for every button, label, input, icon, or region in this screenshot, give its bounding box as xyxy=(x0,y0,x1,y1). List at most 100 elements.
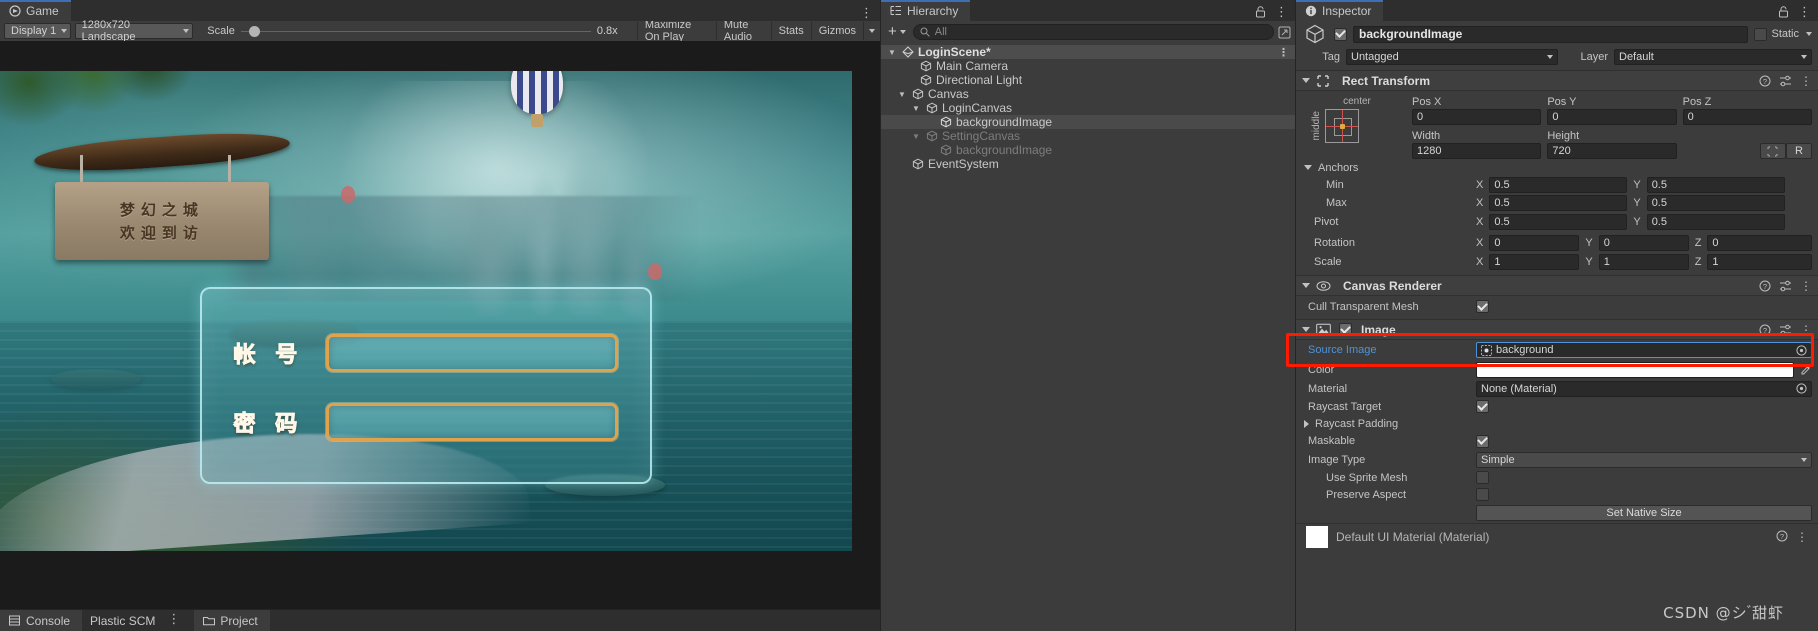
object-picker-icon[interactable] xyxy=(1796,383,1807,394)
rotation-y-field[interactable]: 0 xyxy=(1598,234,1689,251)
chevron-down-icon[interactable]: ▼ xyxy=(897,90,907,99)
image-component-header[interactable]: Image ? ⋮ xyxy=(1296,319,1818,340)
hierarchy-node-backgroundimage-selected[interactable]: ▼ backgroundImage xyxy=(881,115,1295,129)
maskable-checkbox[interactable] xyxy=(1476,434,1489,448)
anchor-preset-gizmo[interactable] xyxy=(1325,109,1359,143)
tab-game[interactable]: Game xyxy=(0,0,71,21)
tag-dropdown[interactable]: Untagged xyxy=(1346,49,1558,65)
tab-inspector[interactable]: Inspector xyxy=(1296,0,1384,21)
static-checkbox[interactable] xyxy=(1754,27,1768,41)
chevron-down-icon[interactable] xyxy=(1302,78,1310,83)
scene-kebab-icon[interactable]: ⋮ xyxy=(1278,46,1289,59)
hierarchy-node-canvas[interactable]: ▼ Canvas xyxy=(881,87,1295,101)
pivot-x-field[interactable]: 0.5 xyxy=(1489,213,1628,230)
create-object-button[interactable]: + xyxy=(885,24,909,39)
maximize-on-play-button[interactable]: Maximize On Play xyxy=(636,19,716,43)
chevron-down-icon[interactable] xyxy=(1302,283,1310,288)
pos-z-field[interactable]: 0 xyxy=(1682,109,1812,125)
use-sprite-mesh-checkbox[interactable] xyxy=(1476,471,1489,484)
rotation-x-field[interactable]: 0 xyxy=(1489,234,1580,251)
lock-icon[interactable] xyxy=(1778,6,1789,18)
scale-slider-knob[interactable] xyxy=(248,25,260,37)
cull-transparent-mesh-checkbox[interactable] xyxy=(1476,300,1489,313)
hierarchy-search-field[interactable]: All xyxy=(912,24,1274,40)
tab-project[interactable]: Project xyxy=(194,610,270,631)
raycast-target-checkbox[interactable] xyxy=(1476,400,1489,413)
lock-icon[interactable] xyxy=(1255,6,1266,18)
image-type-dropdown[interactable]: Simple xyxy=(1476,451,1812,468)
tab-plastic-scm[interactable]: Plastic SCM xyxy=(82,610,168,631)
raw-edit-mode-button[interactable]: R xyxy=(1785,143,1812,159)
raycast-padding-row[interactable]: Raycast Padding xyxy=(1296,415,1818,432)
material-footer-kebab-icon[interactable]: ⋮ xyxy=(1796,530,1808,544)
preset-icon[interactable] xyxy=(1779,280,1792,292)
width-field[interactable]: 1280 xyxy=(1412,143,1542,159)
help-icon[interactable]: ? xyxy=(1759,75,1771,87)
anchor-min-y-field[interactable]: 0.5 xyxy=(1646,177,1785,193)
chevron-down-icon[interactable]: ▼ xyxy=(887,48,897,57)
source-image-field[interactable]: background xyxy=(1476,342,1812,358)
color-swatch-field[interactable] xyxy=(1476,361,1794,378)
hierarchy-node-settingcanvas[interactable]: ▼ SettingCanvas xyxy=(881,129,1295,143)
rect-transform-kebab-icon[interactable]: ⋮ xyxy=(1800,74,1812,88)
hierarchy-node-logincanvas[interactable]: ▼ LoginCanvas xyxy=(881,101,1295,115)
stats-button[interactable]: Stats xyxy=(770,22,811,40)
canvas-renderer-kebab-icon[interactable]: ⋮ xyxy=(1800,279,1812,293)
image-kebab-icon[interactable]: ⋮ xyxy=(1800,323,1812,337)
height-field[interactable]: 720 xyxy=(1547,143,1677,159)
material-field[interactable]: None (Material) xyxy=(1476,380,1812,397)
hierarchy-node-directional-light[interactable]: ▼ Directional Light xyxy=(881,73,1295,87)
anchors-foldout[interactable]: Anchors xyxy=(1296,159,1818,176)
scale-z-field[interactable]: 1 xyxy=(1707,253,1812,270)
pos-x-field[interactable]: 0 xyxy=(1412,109,1542,125)
chevron-down-icon[interactable] xyxy=(1302,327,1310,332)
hierarchy-node-main-camera[interactable]: ▼ Main Camera xyxy=(881,59,1295,73)
rect-transform-header[interactable]: Rect Transform ? ⋮ xyxy=(1296,70,1818,91)
tab-hierarchy[interactable]: Hierarchy xyxy=(881,0,971,21)
preset-icon[interactable] xyxy=(1779,75,1792,87)
anchor-preset-widget[interactable]: middle xyxy=(1311,109,1403,143)
gizmos-button[interactable]: Gizmos xyxy=(810,22,863,40)
set-native-size-button[interactable]: Set Native Size xyxy=(1476,505,1812,521)
layer-dropdown[interactable]: Default xyxy=(1614,49,1812,65)
password-input[interactable] xyxy=(325,402,619,442)
help-icon[interactable]: ? xyxy=(1776,530,1788,544)
object-picker-icon[interactable] xyxy=(1796,344,1807,356)
resolution-dropdown[interactable]: 1280x720 Landscape xyxy=(74,19,194,43)
anchor-max-y-field[interactable]: 0.5 xyxy=(1646,195,1785,211)
hierarchy-search-expand-icon[interactable] xyxy=(1278,26,1291,39)
image-enabled-checkbox[interactable] xyxy=(1339,323,1352,336)
pos-y-field[interactable]: 0 xyxy=(1547,109,1677,125)
help-icon[interactable]: ? xyxy=(1759,324,1771,336)
mute-audio-button[interactable]: Mute Audio xyxy=(715,19,771,43)
scale-x-field[interactable]: 1 xyxy=(1489,253,1580,270)
hierarchy-node-backgroundimage-setting[interactable]: ▼ backgroundImage xyxy=(881,143,1295,157)
account-input[interactable] xyxy=(325,333,619,372)
inspector-kebab-icon[interactable]: ⋮ xyxy=(1798,5,1811,18)
pivot-y-field[interactable]: 0.5 xyxy=(1646,213,1785,230)
hierarchy-tree[interactable]: ▼ LoginScene* ⋮ ▼ Main Camera ▼ Dir xyxy=(881,43,1295,631)
chevron-down-icon[interactable] xyxy=(1806,32,1812,36)
anchor-min-x-field[interactable]: 0.5 xyxy=(1489,177,1628,193)
chevron-down-icon[interactable] xyxy=(1304,165,1312,170)
preserve-aspect-checkbox[interactable] xyxy=(1476,488,1489,501)
anchor-max-x-field[interactable]: 0.5 xyxy=(1489,195,1628,211)
scale-y-field[interactable]: 1 xyxy=(1598,253,1689,270)
display-dropdown[interactable]: Display 1 xyxy=(4,23,71,39)
eyedropper-icon[interactable] xyxy=(1800,364,1812,376)
chevron-down-icon[interactable]: ▼ xyxy=(911,132,921,141)
gameobject-name-field[interactable]: backgroundImage xyxy=(1353,25,1749,43)
hierarchy-kebab-icon[interactable]: ⋮ xyxy=(1275,5,1288,18)
chevron-down-icon[interactable]: ▼ xyxy=(911,104,921,113)
game-kebab-icon[interactable]: ⋮ xyxy=(860,6,873,19)
blueprint-mode-button[interactable] xyxy=(1759,143,1786,159)
game-render-area[interactable]: 梦幻之城 欢迎到访 帐 号 密 码 xyxy=(0,41,880,631)
gameobject-enabled-checkbox[interactable] xyxy=(1334,27,1347,41)
scale-slider[interactable] xyxy=(240,24,591,38)
chevron-right-icon[interactable] xyxy=(1304,419,1309,428)
gizmos-dropdown[interactable] xyxy=(863,22,880,40)
hierarchy-node-loginscene[interactable]: ▼ LoginScene* ⋮ xyxy=(881,45,1295,59)
help-icon[interactable]: ? xyxy=(1759,280,1771,292)
canvas-renderer-header[interactable]: Canvas Renderer ? ⋮ xyxy=(1296,275,1818,296)
preset-icon[interactable] xyxy=(1779,324,1792,336)
